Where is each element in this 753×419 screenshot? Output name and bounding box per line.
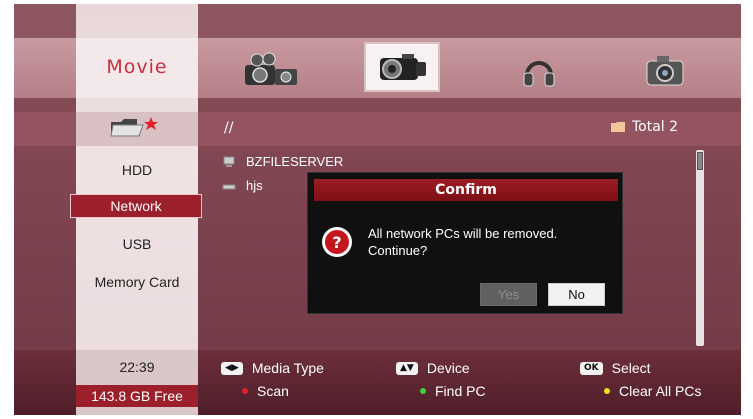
hint-label: Find PC [435,383,486,399]
video-camera-icon [380,54,426,80]
question-icon: ? [322,227,352,257]
hint-scan: Scan [222,383,289,399]
ok-key-icon: OK [580,361,603,375]
digital-camera-icon[interactable] [630,48,700,94]
hint-device: ▲▼ Device [396,360,470,376]
dialog-message-line1: All network PCs will be removed. [368,226,558,241]
dialog-message: All network PCs will be removed. Continu… [368,225,618,259]
hint-label: Device [426,360,470,376]
scrollbar[interactable] [696,150,704,346]
list-item[interactable]: hjs [222,178,263,193]
hint-media-type: ◀▶ Media Type [221,360,324,376]
hint-clear-all: Clear All PCs [584,383,701,399]
green-button-icon [420,388,426,394]
media-tab-movie[interactable]: Movie [76,56,198,78]
pc-icon [222,184,236,189]
yellow-button-icon [604,388,610,394]
dialog-message-line2: Continue? [368,243,428,258]
list-item[interactable]: BZFILESERVER [222,154,343,169]
device-network[interactable]: Network [70,194,202,218]
yes-button[interactable]: Yes [480,283,537,306]
hint-select: OK Select [580,360,651,376]
red-button-icon [242,388,248,394]
hint-label: Media Type [251,360,324,376]
device-memory-card[interactable]: Memory Card [76,274,198,290]
confirm-dialog: Confirm ? All network PCs will be remove… [307,172,623,314]
media-tab-selected[interactable] [364,42,440,92]
photo-camera-film-icon[interactable] [236,48,306,94]
server-icon [223,156,235,167]
hint-label: Clear All PCs [619,383,702,399]
current-path: // [224,120,234,136]
device-hdd[interactable]: HDD [76,162,198,178]
hint-label: Scan [257,383,289,399]
dialog-title: Confirm [314,179,618,201]
headphones-icon[interactable] [504,48,574,94]
favorite-folder-icon [109,114,161,144]
up-down-key-icon: ▲▼ [396,361,418,375]
no-button[interactable]: No [548,283,605,306]
hint-label: Select [611,360,651,376]
scrollbar-thumb[interactable] [697,152,703,170]
device-usb[interactable]: USB [76,236,198,252]
file-name: hjs [246,178,263,193]
file-name: BZFILESERVER [246,154,344,169]
folder-icon [611,122,625,132]
total-label: Total 2 [632,119,679,135]
media-browser-screen: Movie // Total 2 HDD Network USB Memory … [14,4,741,415]
left-right-key-icon: ◀▶ [221,361,243,375]
free-space: 143.8 GB Free [76,385,198,407]
hint-find-pc: Find PC [400,383,486,399]
clock: 22:39 [119,359,155,375]
total-count: Total 2 [610,119,678,135]
